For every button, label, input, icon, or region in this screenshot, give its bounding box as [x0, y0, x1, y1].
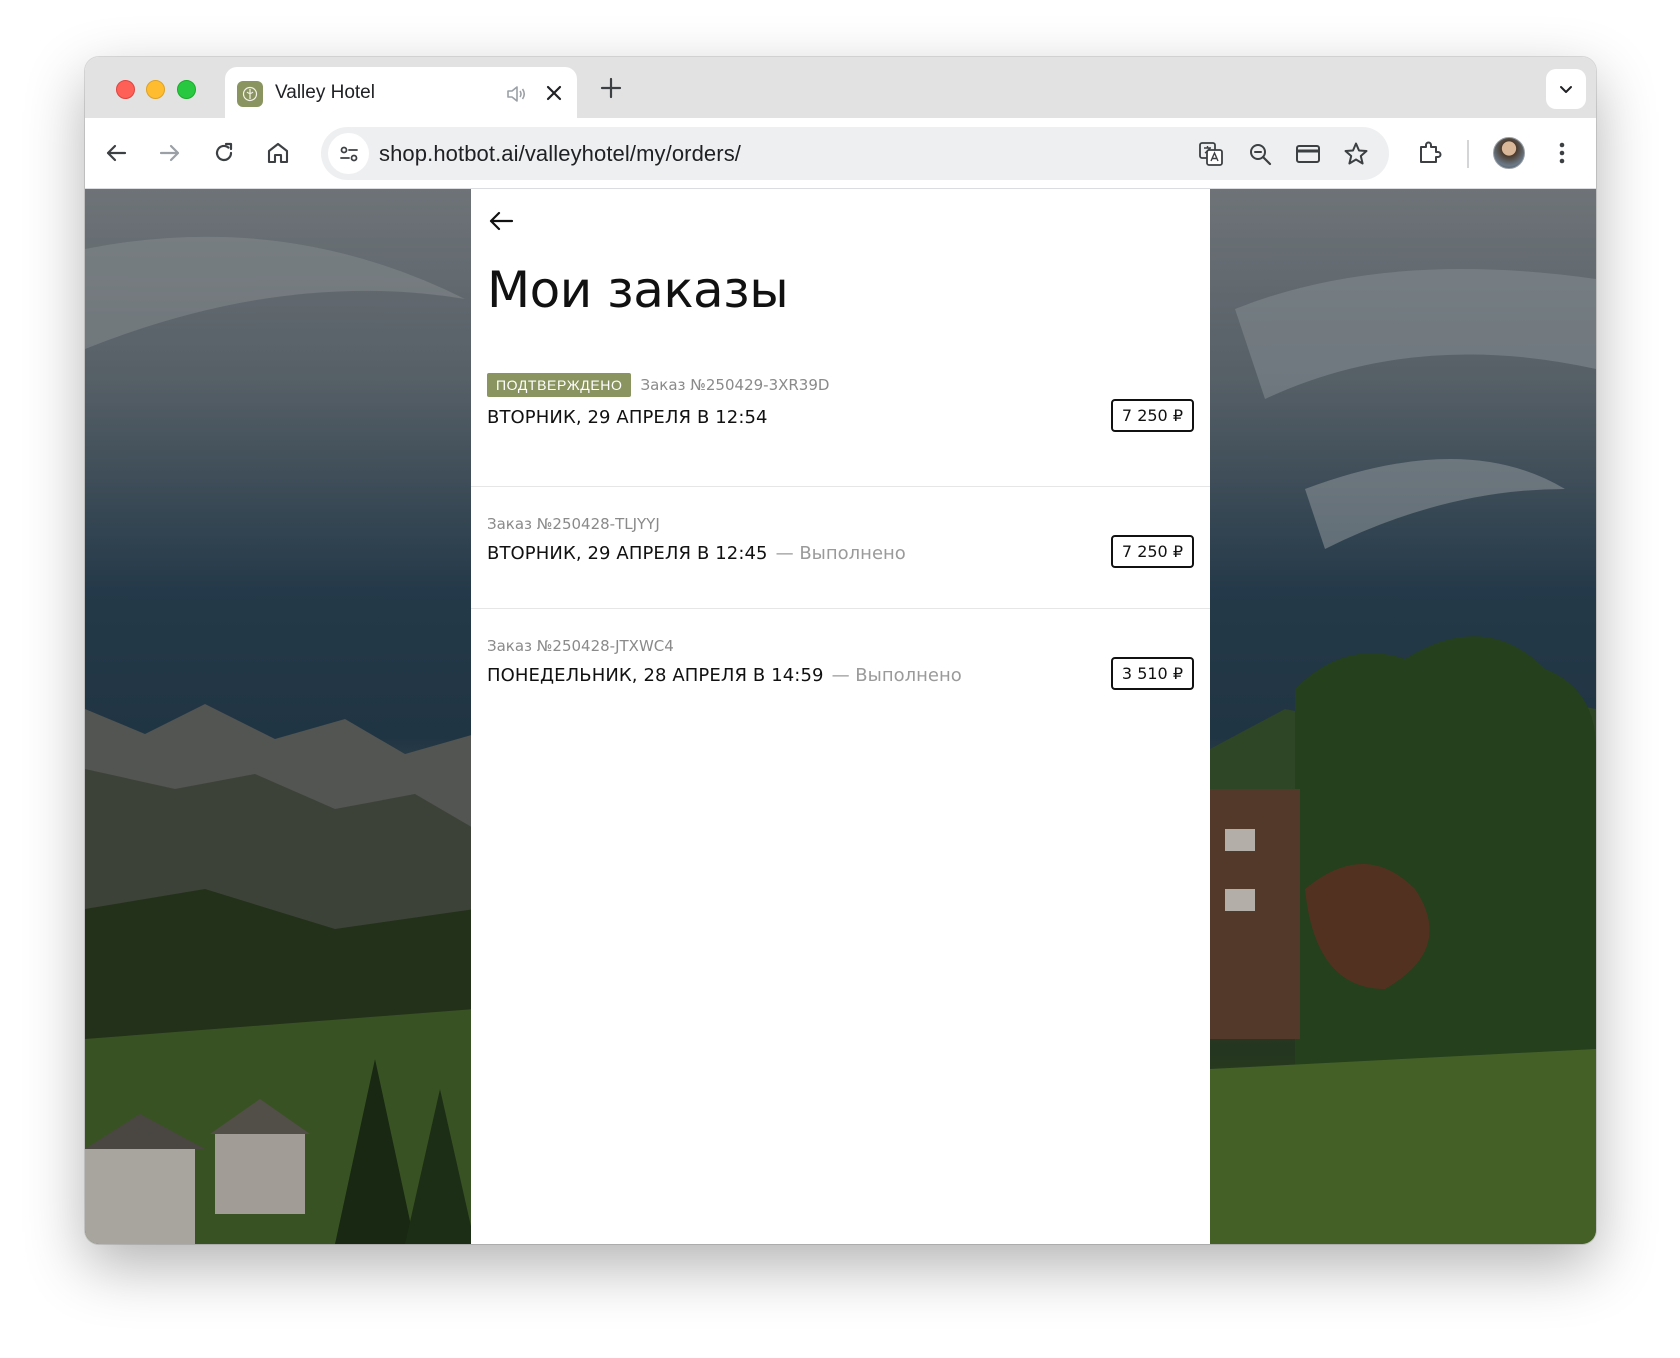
status-badge: ПОДТВЕРЖДЕНО [487, 373, 632, 397]
new-tab-plus-icon[interactable] [597, 74, 625, 102]
speaker-icon[interactable] [505, 83, 527, 105]
order-date: ВТОРНИК, 29 АПРЕЛЯ В 12:45 [487, 543, 768, 564]
close-window-button[interactable] [116, 80, 135, 99]
page-title: Мои заказы [487, 261, 789, 319]
order-price: 7 250 ₽ [1110, 399, 1194, 432]
browser-toolbar: shop.hotbot.ai/valleyhotel/my/orders/ [85, 118, 1596, 189]
translate-icon[interactable] [1196, 139, 1226, 169]
toolbar-divider [1467, 140, 1469, 168]
order-meta: Заказ №250428-JTXWC4 [487, 637, 674, 655]
chevron-down-icon [1560, 86, 1572, 93]
order-date-row: ПОНЕДЕЛЬНИК, 28 АПРЕЛЯ В 14:59 — Выполне… [487, 665, 962, 686]
order-date-row: ВТОРНИК, 29 АПРЕЛЯ В 12:45 — Выполнено [487, 543, 906, 564]
order-status: — Выполнено [775, 543, 906, 564]
minimize-window-button[interactable] [146, 80, 165, 99]
tab-title: Valley Hotel [275, 82, 375, 103]
address-bar[interactable]: shop.hotbot.ai/valleyhotel/my/orders/ [321, 127, 1389, 180]
tab-valley-hotel[interactable]: Valley Hotel [225, 67, 577, 118]
payment-card-icon[interactable] [1293, 139, 1323, 169]
back-arrow-icon[interactable] [101, 138, 131, 168]
maximize-window-button[interactable] [177, 80, 196, 99]
order-price: 3 510 ₽ [1110, 657, 1194, 690]
order-number: Заказ №250428-TLJYYJ [487, 515, 660, 533]
order-item[interactable]: Заказ №250428-JTXWC4 ПОНЕДЕЛЬНИК, 28 АПР… [471, 609, 1210, 731]
order-date-row: ВТОРНИК, 29 АПРЕЛЯ В 12:54 [487, 407, 776, 428]
back-arrow-icon [489, 211, 514, 231]
browser-window: Valley Hotel shop.hotbot.ai/valleyhotel/… [85, 57, 1596, 1244]
bookmark-star-icon[interactable] [1341, 139, 1371, 169]
tab-search-button[interactable] [1546, 69, 1586, 109]
order-number: Заказ №250429-3XR39D [640, 376, 830, 394]
close-tab-icon[interactable] [543, 82, 565, 104]
back-button[interactable] [483, 203, 519, 239]
profile-avatar[interactable] [1493, 137, 1525, 169]
home-icon[interactable] [263, 138, 293, 168]
order-date: ПОНЕДЕЛЬНИК, 28 АПРЕЛЯ В 14:59 [487, 665, 824, 686]
order-status: — Выполнено [831, 665, 962, 686]
zoom-icon[interactable] [1245, 139, 1275, 169]
forward-arrow-icon[interactable] [155, 138, 185, 168]
order-meta: Заказ №250428-TLJYYJ [487, 515, 660, 533]
extensions-puzzle-icon[interactable] [1415, 138, 1445, 168]
hotel-logo-icon [237, 81, 263, 107]
page-viewport: Мои заказы ПОДТВЕРЖДЕНО Заказ №250429-3X… [85, 189, 1596, 1244]
order-date: ВТОРНИК, 29 АПРЕЛЯ В 12:54 [487, 407, 768, 428]
order-price: 7 250 ₽ [1110, 535, 1194, 568]
order-item[interactable]: Заказ №250428-TLJYYJ ВТОРНИК, 29 АПРЕЛЯ … [471, 487, 1210, 609]
order-meta: ПОДТВЕРЖДЕНО Заказ №250429-3XR39D [487, 373, 829, 397]
site-settings-icon[interactable] [328, 133, 369, 174]
order-number: Заказ №250428-JTXWC4 [487, 637, 674, 655]
url-text: shop.hotbot.ai/valleyhotel/my/orders/ [379, 141, 742, 166]
more-menu-icon[interactable] [1547, 138, 1577, 168]
tab-strip: Valley Hotel [85, 57, 1596, 118]
order-item[interactable]: ПОДТВЕРЖДЕНО Заказ №250429-3XR39D ВТОРНИ… [471, 365, 1210, 487]
reload-icon[interactable] [209, 138, 239, 168]
orders-panel: Мои заказы ПОДТВЕРЖДЕНО Заказ №250429-3X… [471, 189, 1210, 1244]
